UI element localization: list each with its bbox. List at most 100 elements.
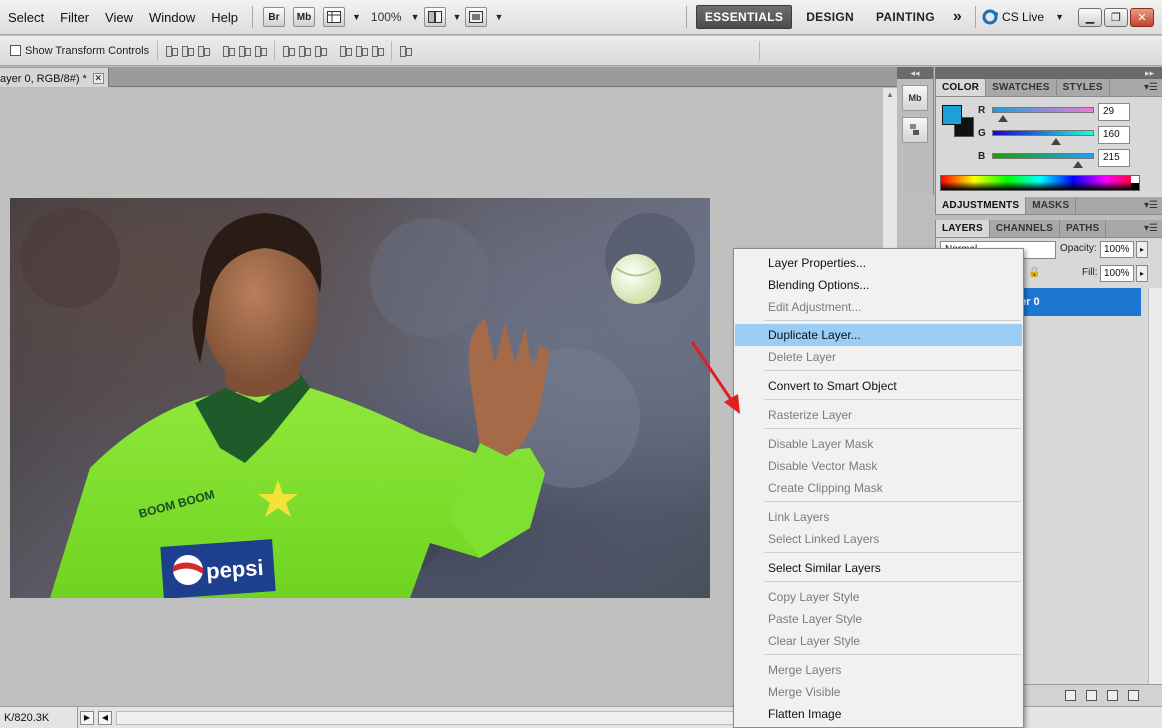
launch-minibridge-button[interactable]: Mb — [292, 7, 315, 27]
auto-align-icon[interactable] — [399, 44, 413, 57]
workspace-design[interactable]: DESIGN — [798, 6, 862, 28]
context-menu-item[interactable]: Edit Adjustment... — [735, 296, 1022, 318]
foreground-color-swatch[interactable] — [942, 105, 962, 125]
blue-value-field[interactable]: 215 — [1098, 149, 1130, 167]
context-menu-item[interactable]: Link Layers — [735, 506, 1022, 528]
document-tab[interactable]: ayer 0, RGB/8#) * ✕ — [0, 68, 109, 87]
context-menu-item[interactable]: Flatten Image — [735, 703, 1022, 725]
menu-view[interactable]: View — [97, 10, 141, 25]
restore-button[interactable]: ❐ — [1104, 7, 1128, 27]
arrange-documents-button[interactable] — [423, 7, 446, 27]
tab-layers[interactable]: LAYERS — [936, 220, 990, 237]
context-menu-item[interactable]: Copy Layer Style — [735, 586, 1022, 608]
status-menu-arrow-icon[interactable]: ▶ — [80, 710, 94, 725]
tab-swatches[interactable]: SWATCHES — [986, 79, 1057, 96]
scroll-up-icon[interactable]: ▲ — [883, 88, 897, 102]
context-menu-item[interactable]: Blending Options... — [735, 274, 1022, 296]
context-menu-item[interactable]: Rasterize Layer — [735, 404, 1022, 426]
minimize-button[interactable]: ▁ — [1078, 7, 1102, 27]
dock-collapse-bar[interactable]: ▸▸ — [935, 67, 1162, 79]
collapse-icon[interactable]: ◂◂ — [897, 67, 933, 79]
tab-styles[interactable]: STYLES — [1057, 79, 1110, 96]
context-menu-item[interactable]: Duplicate Layer... — [735, 324, 1022, 346]
chevron-down-icon[interactable]: ▼ — [494, 12, 503, 22]
cs-live-icon[interactable] — [982, 9, 1000, 25]
tab-channels[interactable]: CHANNELS — [990, 220, 1061, 237]
chevron-down-icon[interactable]: ▼ — [352, 12, 361, 22]
distribute-left-icon[interactable] — [339, 44, 353, 57]
panel-menu-icon[interactable]: ▾☰ — [1144, 223, 1158, 234]
workspace-essentials[interactable]: ESSENTIALS — [695, 5, 793, 29]
close-button[interactable]: ✕ — [1130, 7, 1154, 27]
trash-icon[interactable] — [1128, 690, 1139, 701]
align-top-icon[interactable] — [165, 44, 179, 57]
tab-paths[interactable]: PATHS — [1060, 220, 1107, 237]
minibridge-panel-icon[interactable]: Mb — [902, 85, 928, 111]
context-menu-item[interactable]: Convert to Smart Object — [735, 375, 1022, 397]
align-right-icon[interactable] — [254, 44, 268, 57]
context-menu-item[interactable]: Layer Properties... — [735, 252, 1022, 274]
green-slider-thumb[interactable] — [1051, 138, 1061, 145]
red-value-field[interactable]: 29 — [1098, 103, 1130, 121]
red-slider-thumb[interactable] — [998, 115, 1008, 122]
lock-icon[interactable]: 🔒 — [1028, 267, 1040, 278]
context-menu-item[interactable]: Disable Layer Mask — [735, 433, 1022, 455]
color-spectrum-bar[interactable] — [940, 175, 1140, 191]
zoom-level[interactable]: 100% — [371, 10, 402, 24]
tab-color[interactable]: COLOR — [936, 79, 987, 96]
menu-filter[interactable]: Filter — [52, 10, 97, 25]
workspace-painting[interactable]: PAINTING — [868, 6, 943, 28]
new-layer-icon[interactable] — [1107, 690, 1118, 701]
menu-select[interactable]: Select — [0, 10, 52, 25]
distribute-bottom-icon[interactable] — [314, 44, 328, 57]
document-size[interactable]: K/820.3K — [0, 707, 78, 728]
screen-mode-button[interactable] — [465, 7, 488, 27]
tab-masks[interactable]: MASKS — [1026, 197, 1077, 214]
distribute-vcenter-icon[interactable] — [298, 44, 312, 57]
fill-arrow-icon[interactable]: ▸ — [1136, 265, 1148, 282]
context-menu-item[interactable]: Create Clipping Mask — [735, 477, 1022, 499]
tab-adjustments[interactable]: ADJUSTMENTS — [936, 197, 1027, 214]
context-menu-item[interactable]: Merge Layers — [735, 659, 1022, 681]
context-menu-item[interactable]: Delete Layer — [735, 346, 1022, 368]
green-value-field[interactable]: 160 — [1098, 126, 1130, 144]
context-menu-item[interactable]: Select Linked Layers — [735, 528, 1022, 550]
menu-window[interactable]: Window — [141, 10, 203, 25]
layers-scrollbar[interactable] — [1148, 288, 1162, 700]
align-hcenter-icon[interactable] — [238, 44, 252, 57]
align-left-icon[interactable] — [222, 44, 236, 57]
adjustment-layer-icon[interactable] — [1065, 690, 1076, 701]
history-panel-icon[interactable] — [902, 117, 928, 143]
blue-slider[interactable] — [992, 153, 1094, 159]
blue-slider-thumb[interactable] — [1073, 161, 1083, 168]
distribute-hcenter-icon[interactable] — [355, 44, 369, 57]
context-menu-item[interactable]: Paste Layer Style — [735, 608, 1022, 630]
green-slider[interactable] — [992, 130, 1094, 136]
align-bottom-icon[interactable] — [197, 44, 211, 57]
panel-menu-icon[interactable]: ▾☰ — [1144, 82, 1158, 93]
view-extras-button[interactable] — [322, 7, 345, 27]
more-workspaces-button[interactable]: » — [949, 8, 966, 26]
context-menu-item[interactable]: Select Similar Layers — [735, 557, 1022, 579]
cs-live-label[interactable]: CS Live — [1000, 10, 1052, 24]
context-menu-item[interactable]: Disable Vector Mask — [735, 455, 1022, 477]
context-menu-item[interactable]: Clear Layer Style — [735, 630, 1022, 652]
opacity-arrow-icon[interactable]: ▸ — [1136, 241, 1148, 258]
chevron-down-icon[interactable]: ▼ — [411, 12, 420, 22]
show-transform-checkbox[interactable] — [10, 45, 21, 56]
menu-help[interactable]: Help — [203, 10, 246, 25]
chevron-down-icon[interactable]: ▼ — [453, 12, 462, 22]
red-slider[interactable] — [992, 107, 1094, 113]
align-vcenter-icon[interactable] — [181, 44, 195, 57]
panel-menu-icon[interactable]: ▾☰ — [1144, 200, 1158, 211]
fill-field[interactable]: 100% — [1100, 265, 1134, 282]
launch-bridge-button[interactable]: Br — [262, 7, 285, 27]
document-image[interactable]: BOOM BOOM pepsi — [10, 198, 710, 598]
distribute-top-icon[interactable] — [282, 44, 296, 57]
new-group-icon[interactable] — [1086, 690, 1097, 701]
distribute-right-icon[interactable] — [371, 44, 385, 57]
chevron-down-icon[interactable]: ▼ — [1055, 12, 1064, 22]
close-icon[interactable]: ✕ — [92, 73, 104, 84]
context-menu-item[interactable]: Merge Visible — [735, 681, 1022, 703]
scroll-left-icon[interactable]: ◀ — [98, 710, 112, 725]
